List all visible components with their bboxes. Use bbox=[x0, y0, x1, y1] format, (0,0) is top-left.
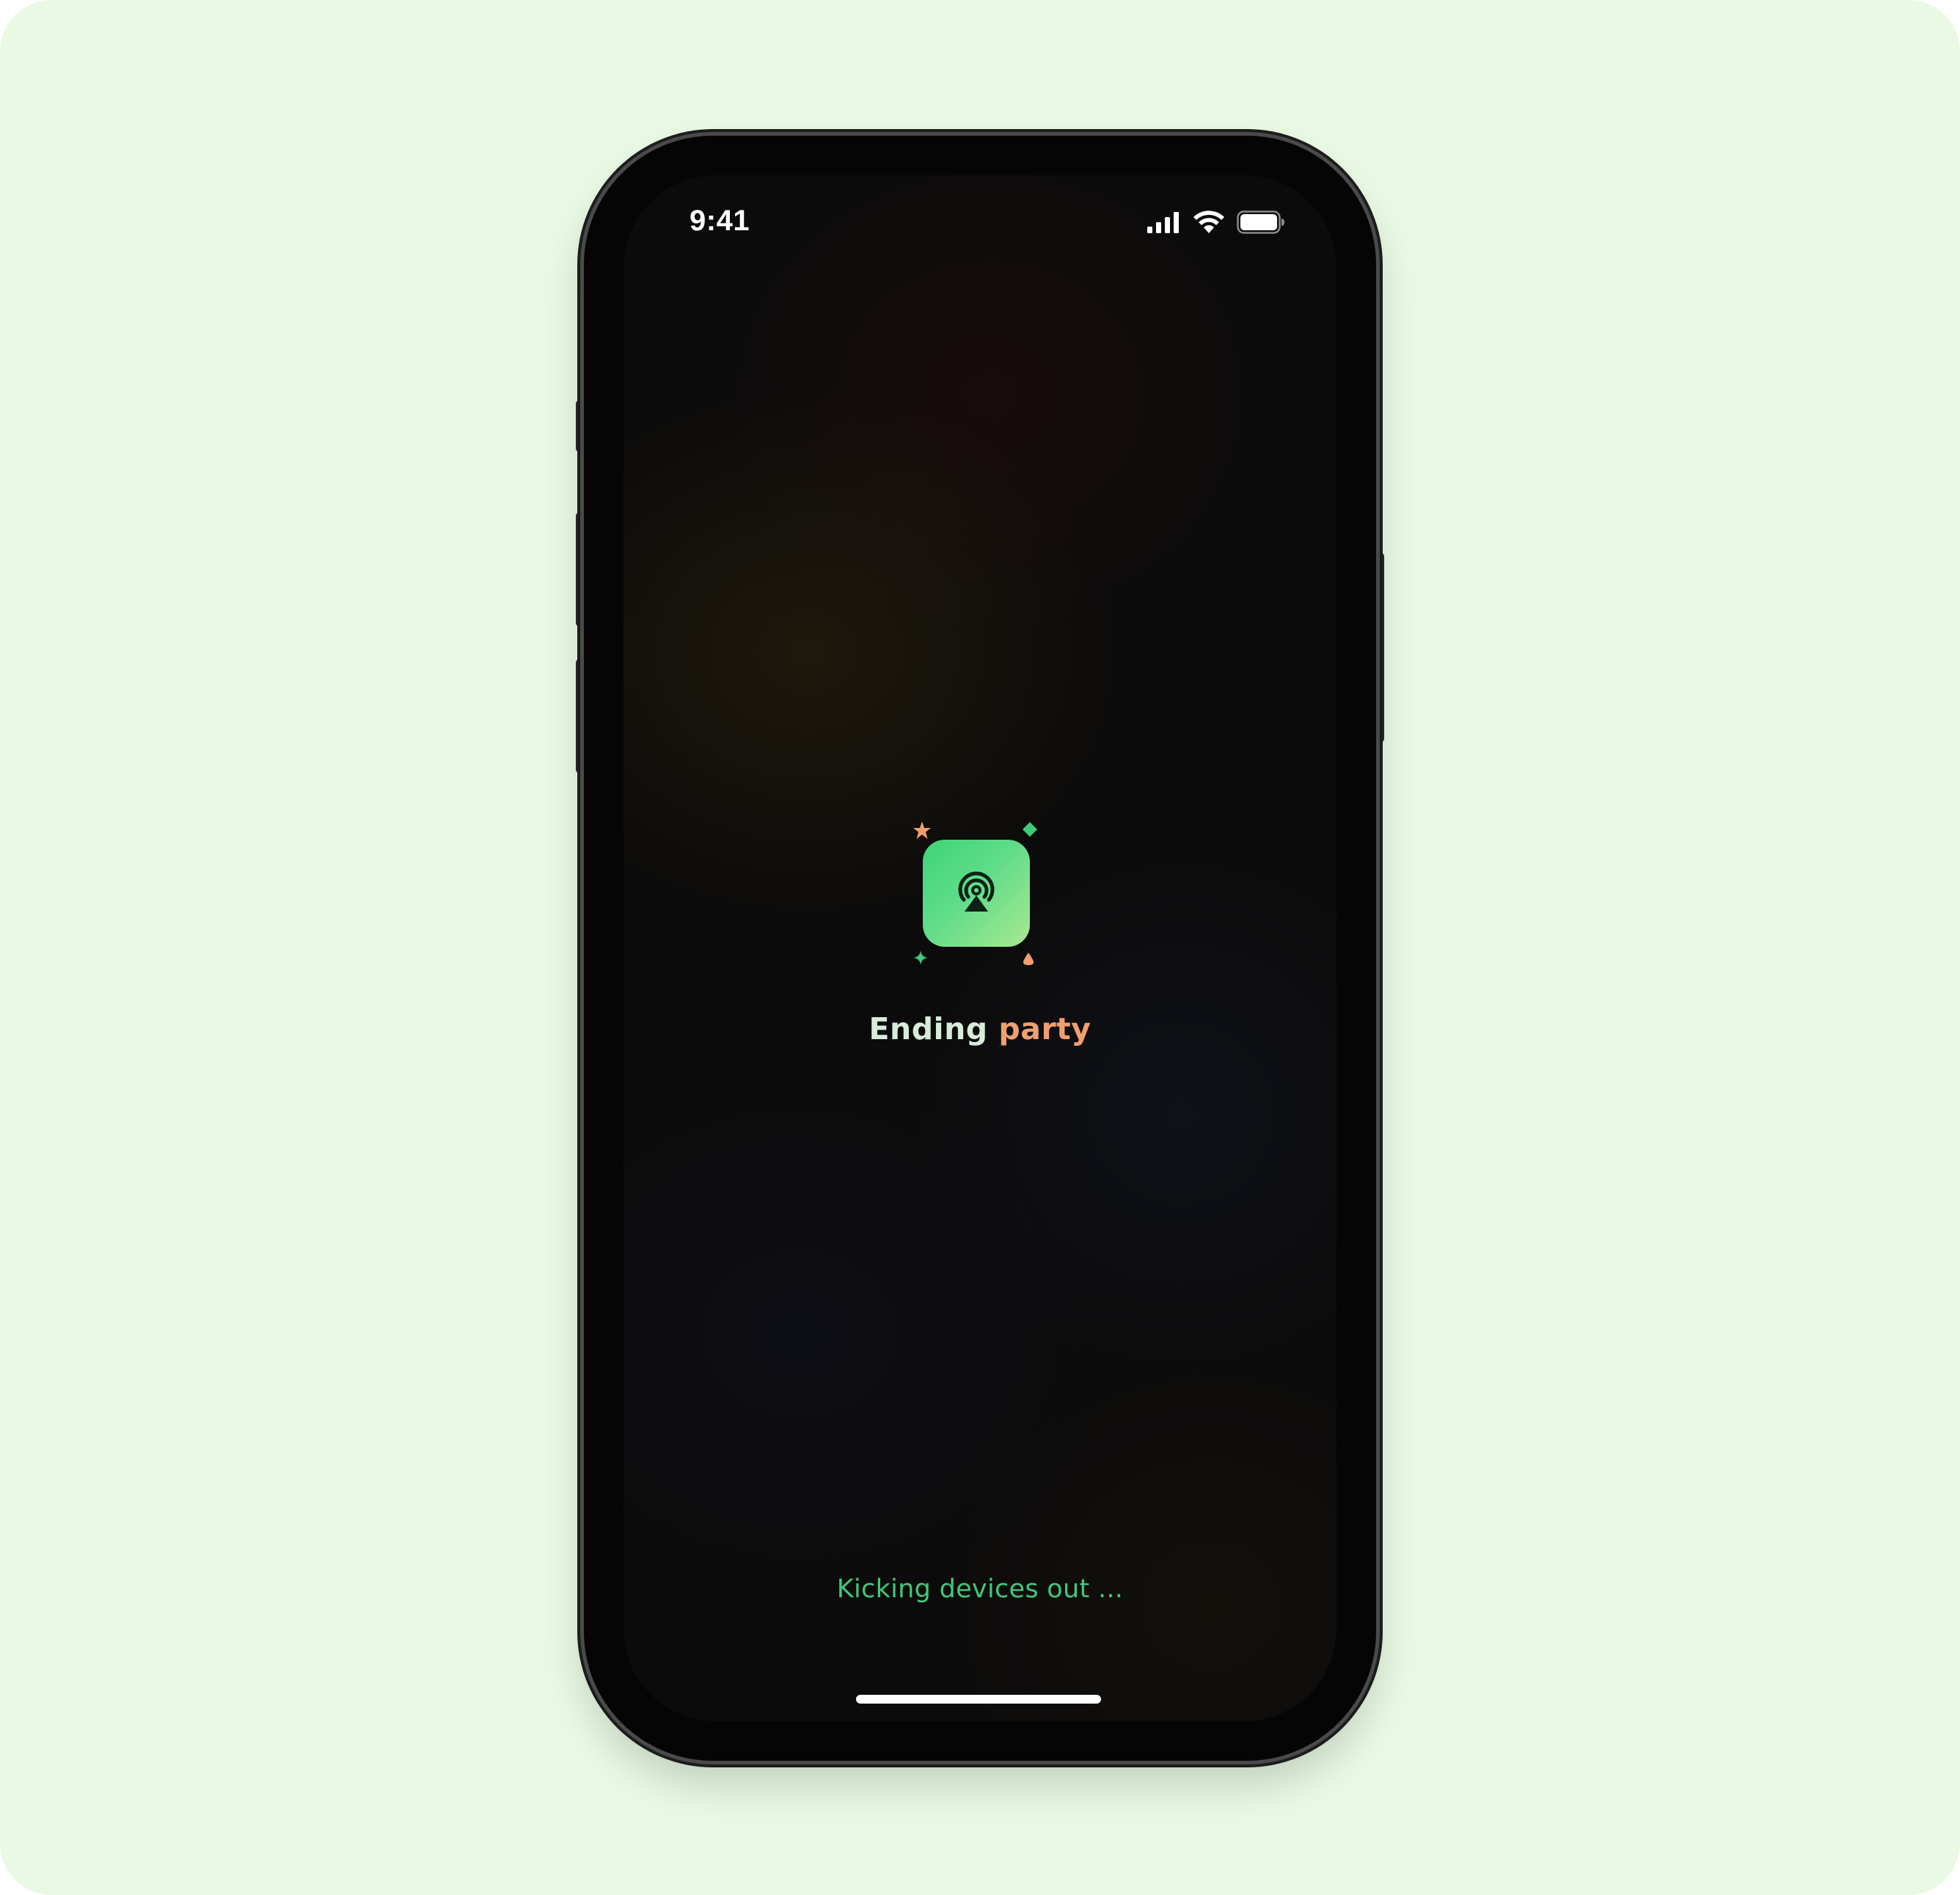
title-word-party: party bbox=[998, 1011, 1091, 1047]
wifi-icon bbox=[1193, 210, 1225, 238]
status-bar: 9:41 bbox=[624, 175, 1336, 271]
home-indicator[interactable] bbox=[856, 1695, 1101, 1704]
power-button bbox=[1375, 552, 1384, 743]
battery-icon bbox=[1237, 210, 1285, 237]
plus-sparkle-icon bbox=[913, 950, 929, 969]
status-time: 9:41 bbox=[690, 205, 750, 237]
app-icon-container bbox=[910, 821, 1042, 967]
phone-screen: 9:41 Ending party Kicking devices out ..… bbox=[624, 175, 1336, 1721]
ending-party-group: Ending party bbox=[624, 821, 1336, 1129]
status-icons bbox=[1146, 209, 1285, 238]
phone-frame: 9:41 Ending party Kicking devices out ..… bbox=[584, 136, 1376, 1761]
canvas-background: 9:41 Ending party Kicking devices out ..… bbox=[0, 0, 1960, 1895]
page-title: Ending party bbox=[624, 1011, 1336, 1047]
diamond-sparkle-icon bbox=[1021, 821, 1039, 841]
cellular-signal-icon bbox=[1146, 210, 1181, 237]
status-message: Kicking devices out ... bbox=[836, 1575, 1124, 1604]
title-word-ending: Ending bbox=[869, 1011, 988, 1047]
star-sparkle-icon bbox=[913, 821, 932, 843]
drop-sparkle-icon bbox=[1021, 951, 1036, 969]
party-broadcast-icon bbox=[923, 840, 1030, 947]
